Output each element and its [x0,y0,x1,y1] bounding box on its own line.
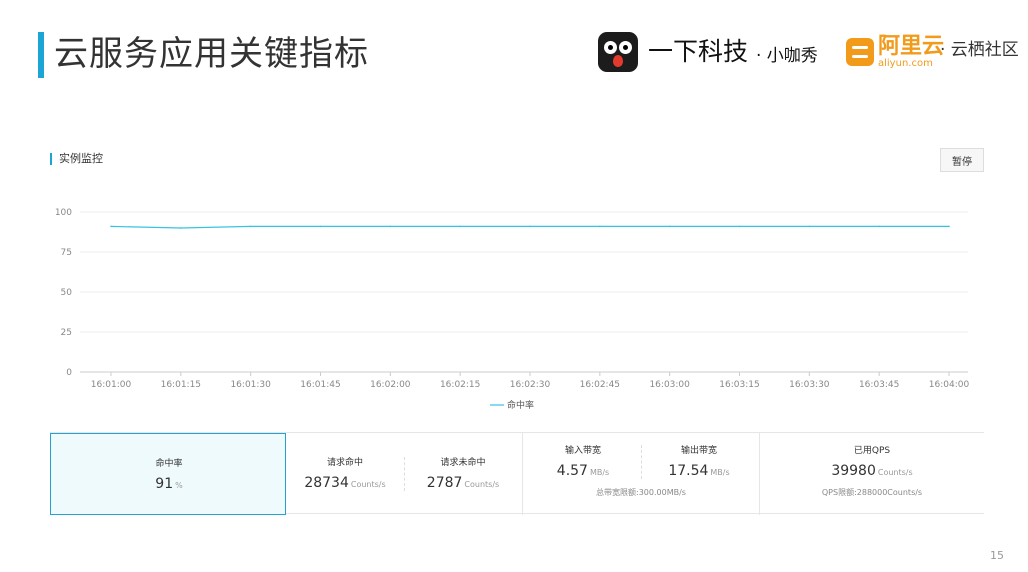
data-point [529,225,531,228]
data-point [808,225,811,228]
brand-yunqi-community: · 云栖社区 [940,40,1019,60]
y-tick-label: 100 [55,208,72,218]
y-tick-label: 50 [61,288,73,298]
bw-out-value: 17.54 [668,463,709,479]
stats-strip: 命中率 91% 请求命中 28734 Counts/s 请求未命中 2787 Cou… [50,432,984,515]
x-tick-label: 16:03:45 [859,380,899,390]
aliyun-logo-icon [846,38,874,66]
data-point [738,225,741,228]
brand-aliyun-domain: aliyun.com [878,58,933,69]
x-tick-label: 16:02:15 [440,380,480,390]
pause-button[interactable]: 暂停 [940,148,984,172]
x-tick-label: 16:01:45 [300,380,340,390]
hit-rate-value: 91 [155,476,174,492]
legend-label: 命中率 [507,399,534,411]
x-tick-label: 16:02:30 [510,380,551,390]
data-point [389,225,392,228]
x-tick-label: 16:03:15 [719,380,759,390]
qps-unit: Counts/s [877,468,913,477]
bw-out-label: 输出带宽 [680,446,717,456]
req-miss-value: 2787 [426,475,463,491]
bw-in-value: 4.57 [556,463,588,479]
data-point [180,227,182,229]
x-tick-label: 16:01:00 [91,380,132,390]
hit-rate-card[interactable]: 命中率 91% [50,433,286,515]
bw-in-label: 输入带宽 [564,446,601,456]
x-tick-label: 16:02:45 [580,380,620,390]
y-tick-label: 25 [61,328,72,338]
brand-yixia-name: 一下科技 [648,37,749,66]
y-tick-label: 75 [61,248,72,258]
yixia-logo-icon [598,32,638,72]
x-tick-label: 16:04:00 [929,380,970,390]
bandwidth-card[interactable]: 输入带宽 4.57 MB/s 输出带宽 17.54 MB/s 总带宽限额:300.0… [523,433,759,515]
data-point [599,225,601,228]
qps-card[interactable]: 已用QPS 39980 Counts/s QPS限额:288000Counts/s [760,433,984,515]
data-point [319,225,322,228]
data-point [948,225,950,228]
data-point [878,225,880,228]
brand-aliyun-name: 阿里云 [878,34,945,59]
request-card[interactable]: 请求命中 28734 Counts/s 请求未命中 2787 Counts/s [287,433,522,515]
qps-limit-note: QPS限额:288000Counts/s [821,488,923,497]
req-hit-label: 请求命中 [326,458,363,468]
req-miss-label: 请求未命中 [440,458,486,468]
req-hit-unit: Counts/s [350,480,386,489]
page-number: 15 [990,549,1004,562]
instance-monitor-label: 实例监控 [50,153,103,165]
x-tick-label: 16:02:00 [370,380,411,390]
data-point [668,225,671,228]
data-point [249,225,252,228]
y-tick-label: 0 [66,368,72,378]
data-point [459,225,461,228]
x-tick-label: 16:01:30 [230,380,271,390]
qps-label: 已用QPS [853,446,891,456]
title-accent-bar [38,32,44,78]
hit-rate-label: 命中率 [155,459,183,469]
x-tick-label: 16:01:15 [161,380,201,390]
x-tick-label: 16:03:30 [789,380,830,390]
bandwidth-limit-note: 总带宽限额:300.00MB/s [596,488,686,497]
req-hit-value: 28734 [304,475,349,491]
x-tick-label: 16:03:00 [649,380,690,390]
hit-rate-unit: % [175,481,183,490]
page-title: 云服务应用关键指标 [54,34,369,74]
req-miss-unit: Counts/s [464,480,500,489]
data-point [110,225,112,228]
brand-yixia-sub: · 小咖秀 [756,46,818,66]
bw-out-unit: MB/s [710,468,730,477]
qps-value: 39980 [831,463,876,479]
bw-in-unit: MB/s [589,468,610,477]
hit-rate-line-chart: 100 75 50 25 0 16:01:00 16:01:15 16:01:30 16:01:… [55,208,970,411]
